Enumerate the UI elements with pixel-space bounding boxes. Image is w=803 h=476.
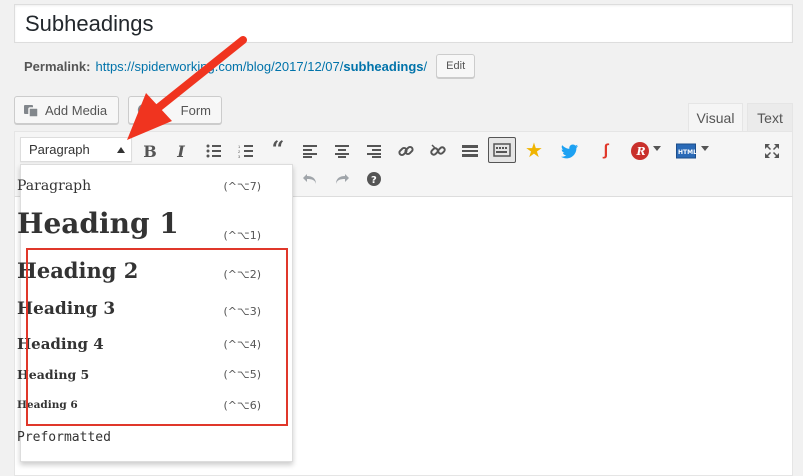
annotation-arrow-icon bbox=[127, 36, 247, 140]
